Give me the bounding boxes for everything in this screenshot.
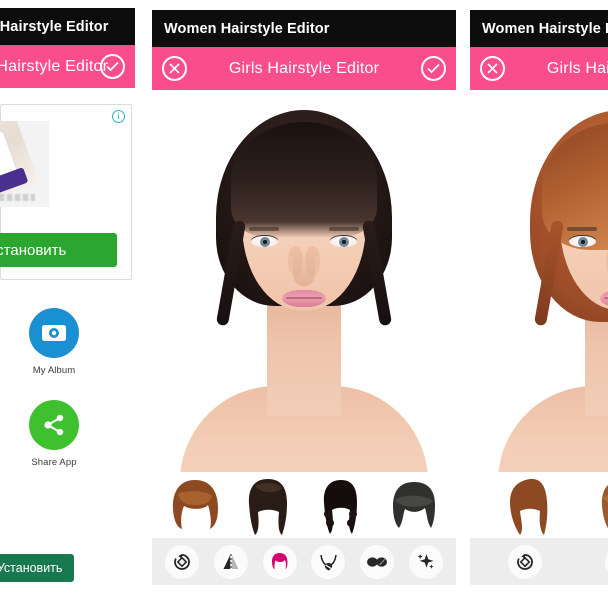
eyebrow-left [567, 227, 597, 231]
undo-icon[interactable] [165, 544, 200, 579]
photo-canvas[interactable] [470, 90, 608, 472]
ad-blurred-caption [0, 194, 35, 201]
hair-thumb-long-auburn[interactable] [496, 476, 554, 538]
eyebrow-right [329, 227, 359, 231]
app-bar: Girls Hairstyle Editor [0, 45, 135, 88]
model-portrait [180, 100, 428, 472]
check-circle-icon[interactable] [421, 56, 446, 81]
app-bar: Girls Hairstyle Editor [152, 47, 456, 90]
check-circle-icon[interactable] [100, 54, 125, 79]
bottom-ad-install-button[interactable]: Установить [0, 554, 75, 582]
editor-toolbar[interactable] [470, 538, 608, 585]
eye-right [330, 236, 357, 247]
hair-thumb-curly-black[interactable] [312, 476, 370, 538]
hairstyle-thumbnail-strip[interactable] [470, 472, 608, 538]
effects-icon[interactable] [408, 544, 443, 579]
eye-left [569, 236, 596, 247]
model-portrait [498, 100, 608, 472]
hairstyle-icon[interactable] [262, 544, 297, 579]
neck [267, 296, 341, 416]
hair-thumb-bob-auburn[interactable] [593, 476, 608, 538]
ad-card[interactable]: i Установить [0, 104, 132, 280]
menu-row: s Share App [0, 400, 135, 468]
app-name-label: Women Hairstyle Editor [482, 20, 608, 37]
hair-thumb-short-bangs[interactable] [385, 476, 443, 538]
share-icon [29, 400, 79, 450]
menu-row: My Album [0, 308, 135, 376]
menu-item-my-album[interactable]: My Album [21, 308, 87, 376]
sunglasses-icon[interactable] [359, 544, 394, 579]
nose [293, 250, 315, 286]
phone-panel-middle: Women Hairstyle Editor Girls Hairstyle E… [152, 10, 456, 600]
phone-panel-right: Women Hairstyle Editor Girls Hairstyle E… [470, 10, 608, 600]
ad-install-button[interactable]: Установить [0, 233, 117, 267]
bottom-ad-banner[interactable]: тиции Установить [0, 554, 135, 582]
menu-item-label: My Album [32, 365, 76, 376]
hair-thumb-long-dark[interactable] [239, 476, 297, 538]
app-name-label: Women Hairstyle Editor [164, 20, 330, 37]
photo-icon [29, 308, 79, 358]
close-circle-icon[interactable] [480, 56, 505, 81]
app-bar-title: Girls Hairstyle Editor [228, 59, 380, 77]
close-circle-icon[interactable] [162, 56, 187, 81]
ad-info-icon[interactable]: i [112, 110, 125, 123]
photo-canvas[interactable] [152, 90, 456, 472]
status-bar: Women Hairstyle Editor [0, 8, 135, 45]
menu-item-share-app[interactable]: Share App [21, 400, 87, 468]
app-name-label: Women Hairstyle Editor [0, 18, 109, 35]
status-bar: Women Hairstyle Editor [470, 10, 608, 47]
iris-left [259, 236, 270, 247]
flip-icon[interactable] [213, 544, 248, 579]
iris-right [338, 236, 349, 247]
status-bar: Women Hairstyle Editor [152, 10, 456, 47]
eye-left [251, 236, 278, 247]
menu-grid: My Album s Share App [0, 308, 135, 492]
lips [282, 290, 326, 307]
necklace-icon[interactable] [311, 544, 346, 579]
screenshot-stage: Women Hairstyle Editor Girls Hairstyle E… [0, 0, 608, 608]
hair-bangs-layer [231, 122, 377, 238]
iris-left [577, 236, 588, 247]
editor-toolbar[interactable] [152, 538, 456, 585]
ad-thumbnail [0, 121, 49, 207]
app-bar: Girls Hairstyle Editor [470, 47, 608, 90]
hairstyle-thumbnail-strip[interactable] [152, 472, 456, 538]
undo-icon[interactable] [507, 544, 542, 579]
menu-item-label: Share App [31, 457, 77, 468]
phone-panel-left: Women Hairstyle Editor Girls Hairstyle E… [0, 8, 135, 600]
eyebrow-left [249, 227, 279, 231]
hair-thumb-auburn-bangs[interactable] [166, 476, 224, 538]
